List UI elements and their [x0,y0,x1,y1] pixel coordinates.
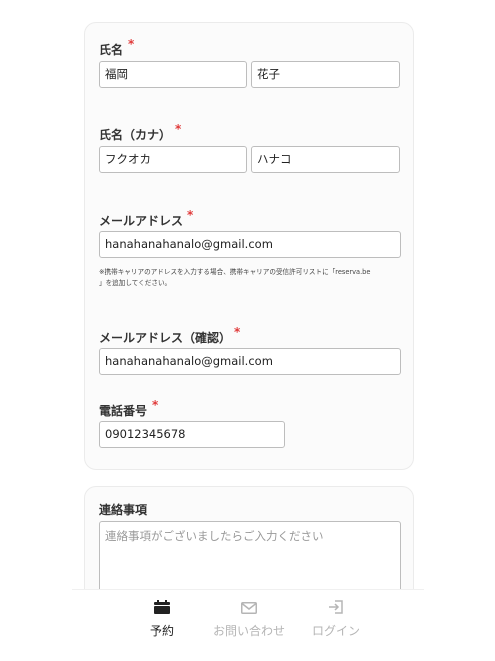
mail-icon [241,599,257,618]
email-note-line-2: 」を追加してください。 [99,279,172,287]
name-label: 氏名 [99,43,124,57]
last-name-kana-input[interactable]: フクオカ [99,146,247,173]
first-name-input[interactable]: 花子 [251,61,400,88]
nav-login-label: ログイン [311,624,360,638]
phone-label: 電話番号 [99,404,148,418]
nav-reserve[interactable]: 予約 [112,590,212,650]
required-mark: * [175,122,182,136]
email-carrier-note: ※携帯キャリアのアドレスを入力する場合、携帯キャリアの受信許可リストに「rese… [99,267,401,289]
nav-contact-label: お問い合わせ [212,624,285,638]
nav-login[interactable]: ログイン [286,590,386,650]
nav-contact[interactable]: お問い合わせ [199,590,299,650]
email-input[interactable]: hanahanahanalo@gmail.com [99,231,401,258]
email-note-line-1: ※携帯キャリアのアドレスを入力する場合、携帯キャリアの受信許可リストに「rese… [99,268,371,276]
required-mark: * [128,37,135,51]
email-confirm-input[interactable]: hanahanahanalo@gmail.com [99,348,401,375]
email-confirm-label: メールアドレス（確認） [99,331,232,345]
reservation-form-card: 氏名 * 福岡 花子 氏名（カナ） * フクオカ ハナコ メールアドレス * h… [84,22,414,470]
required-mark: * [152,398,159,412]
last-name-input[interactable]: 福岡 [99,61,247,88]
login-icon [328,599,344,618]
required-mark: * [234,325,241,339]
first-name-kana-input[interactable]: ハナコ [251,146,400,173]
kana-label: 氏名（カナ） [99,128,172,142]
calendar-icon [154,599,170,618]
required-mark: * [187,208,194,222]
bottom-navigation: 予約 お問い合わせ ログイン [72,589,424,661]
notes-label: 連絡事項 [99,503,148,517]
phone-input[interactable]: 09012345678 [99,421,285,448]
nav-reserve-label: 予約 [149,624,174,638]
email-label: メールアドレス [99,214,184,228]
